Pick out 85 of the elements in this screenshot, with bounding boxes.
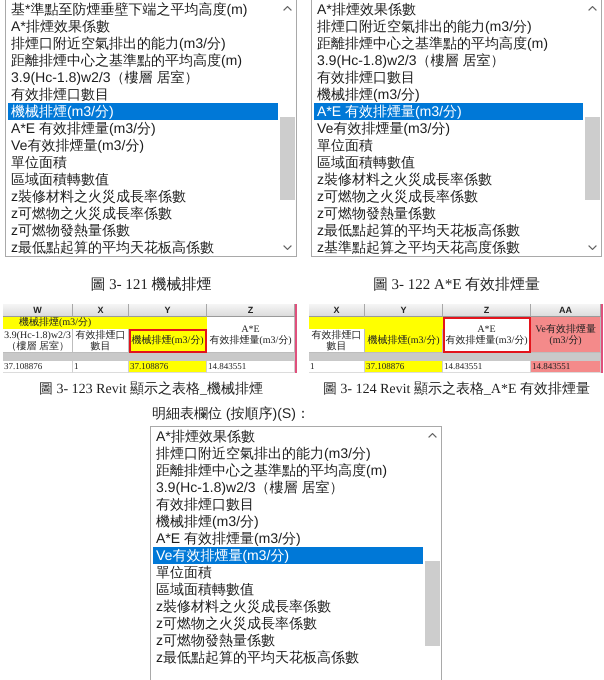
column-header: W [3, 304, 73, 317]
list-item[interactable]: z裝修材料之火災成長率係數 [8, 188, 278, 205]
list-item[interactable]: z可燃物之火災成長率係數 [153, 615, 423, 632]
list-item[interactable]: z可燃物發熱量係數 [314, 205, 583, 222]
list-item[interactable]: 基*準點至防煙垂壁下端之平均高度(m) [8, 1, 278, 18]
list-item[interactable]: z可燃物發熱量係數 [153, 632, 423, 649]
header-cell: A*E 有效排煙量(m3/分) [207, 317, 295, 353]
figure-caption: 圖 3- 124 Revit 顯示之表格_A*E 有效排煙量 [322, 382, 590, 398]
list-box[interactable]: A*排煙效果係數 排煙口附近空氣排出的能力(m3/分) 距離排煙中心之基準點的平均高度(m) 3.9(Hc-1.8)w2/3（樓層 居室） 有效排煙口數目 機械排煙(m3/分) A*E 有效排煙量(m3/分) Ve有效排煙量(m3/分) 單位面積 區域面積轉數值 z裝修材料之火災成長率係數 z可燃物之火災成長率係數 z可燃物發熱量係數 z最低點起算的平均天花板高係數 z基準點起算之平均天花高度係數 [311, 0, 602, 257]
list-item[interactable]: 有效排煙口數目 [8, 86, 278, 103]
header-cell: Ve有效排煙量(m3/分) [531, 317, 601, 353]
header-cell: 機械排煙(m3/分) [129, 329, 207, 353]
list-item[interactable]: 機械排煙(m3/分) [8, 103, 278, 120]
list-item[interactable]: 距離排煙中心之基準點的平均高度(m) [153, 462, 423, 479]
list-item[interactable]: 機械排煙(m3/分) [314, 86, 583, 103]
list-item[interactable]: z可燃物之火災成長率係數 [314, 188, 583, 205]
list-item[interactable]: A*排煙效果係數 [8, 18, 278, 35]
column-header: Y [129, 304, 207, 317]
list-item[interactable]: 機械排煙(m3/分) [153, 513, 423, 530]
figure-caption: 圖 3- 123 Revit 顯示之表格_機械排煙 [39, 382, 263, 398]
list-item[interactable]: 區域面積轉數值 [314, 154, 583, 171]
list-item[interactable]: 距離排煙中心之基準點的平均高度(m) [8, 52, 278, 69]
header-cell: A*E 有效排煙量(m3/分) [443, 317, 531, 353]
group-header-cell: 機械排煙(m3/分) [3, 317, 207, 329]
table-cell: 37.108876 [365, 361, 443, 373]
list-item[interactable]: 有效排煙口數目 [314, 69, 583, 86]
figure-caption: 圖 3- 122 A*E 有效排煙量 [372, 276, 540, 294]
table-cell: 1 [73, 361, 129, 373]
list-item[interactable]: 排煙口附近空氣排出的能力(m3/分) [314, 18, 583, 35]
header-cell: 有效排煙口數目 [309, 329, 365, 353]
list-item[interactable]: z基準點起算之平均天花高度係數 [314, 239, 583, 256]
list-item[interactable]: 排煙口附近空氣排出的能力(m3/分) [8, 35, 278, 52]
table-cell: 14.843551 [443, 361, 531, 373]
list-box[interactable]: A*排煙效果係數 排煙口附近空氣排出的能力(m3/分) 距離排煙中心之基準點的平均高度(m) 3.9(Hc-1.8)w2/3（樓層 居室） 有效排煙口數目 機械排煙(m3/分) A*E 有效排煙量(m3/分) Ve有效排煙量(m3/分) 單位面積 區域面積轉數值 z裝修材料之火災成長率係數 z可燃物之火災成長率係數 z可燃物發熱量係數 z最低點起算的平均天花板高係數 [150, 426, 442, 680]
chevron-up-icon[interactable] [283, 6, 292, 11]
list-item[interactable]: A*E 有效排煙量(m3/分) [314, 103, 583, 120]
chevron-down-icon[interactable] [283, 245, 292, 250]
column-header: X [309, 304, 365, 317]
list-item[interactable]: z最低點起算的平均天花板高係數 [8, 239, 278, 256]
scrollbar-thumb[interactable] [280, 117, 295, 200]
header-cell: 3.9(Hc-1.8)w2/3（樓層 居室） [3, 329, 73, 353]
table-cell: 37.108876 [3, 361, 73, 373]
list-item[interactable]: 單位面積 [8, 154, 278, 171]
list-item[interactable]: 區域面積轉數值 [8, 171, 278, 188]
table-cell: 1 [309, 361, 365, 373]
list-item[interactable]: z可燃物發熱量係數 [8, 222, 278, 239]
list-item[interactable]: 區域面積轉數值 [153, 581, 423, 598]
column-header: Z [207, 304, 295, 317]
list-item[interactable]: z裝修材料之火災成長率係數 [314, 171, 583, 188]
list-item[interactable]: 單位面積 [314, 137, 583, 154]
list-item[interactable]: A*排煙效果係數 [314, 1, 583, 18]
list-item[interactable]: 單位面積 [153, 564, 423, 581]
list-item[interactable]: 有效排煙口數目 [153, 496, 423, 513]
list-item[interactable]: A*E 有效排煙量(m3/分) [153, 530, 423, 547]
list-box[interactable] [5, 0, 297, 257]
list-item[interactable]: A*E 有效排煙量(m3/分) [8, 120, 278, 137]
field-label: 明細表欄位 (按順序)(S)： [151, 404, 310, 423]
list-item[interactable]: 3.9(Hc-1.8)w2/3（樓層 居室） [153, 479, 423, 496]
list-item[interactable]: 排煙口附近空氣排出的能力(m3/分) [153, 445, 423, 462]
list-item[interactable]: z可燃物之火災成長率係數 [8, 205, 278, 222]
list-item[interactable]: Ve有效排煙量(m3/分) [8, 137, 278, 154]
list-item[interactable]: z裝修材料之火災成長率係數 [153, 598, 423, 615]
list-item[interactable]: Ve有效排煙量(m3/分) [153, 547, 423, 564]
header-cell: 有效排煙口數目 [73, 329, 129, 353]
chevron-down-icon[interactable] [588, 245, 597, 250]
column-header: X [73, 304, 129, 317]
table-cell: 14.843551 [531, 361, 601, 373]
chevron-up-icon[interactable] [428, 433, 437, 438]
figure-caption: 圖 3- 121 機械排煙 [90, 276, 212, 294]
list-item[interactable]: z最低點起算的平均天花板高係數 [153, 649, 423, 666]
column-header: AA [531, 304, 601, 317]
list-item[interactable]: 3.9(Hc-1.8)w2/3（樓層 居室） [314, 52, 583, 69]
list-item[interactable]: 3.9(Hc-1.8)w2/3（樓層 居室） [8, 69, 278, 86]
list-item[interactable]: 距離排煙中心之基準點的平均高度(m) [314, 35, 583, 52]
list-item[interactable]: z最低點起算的平均天花板高係數 [314, 222, 583, 239]
column-header: Z [443, 304, 531, 317]
scrollbar-thumb[interactable] [425, 561, 440, 646]
list-item[interactable]: A*排煙效果係數 [153, 428, 423, 445]
list-item[interactable]: Ve有效排煙量(m3/分) [314, 120, 583, 137]
table-cell: 37.108876 [129, 361, 207, 373]
chevron-up-icon[interactable] [588, 6, 597, 11]
scrollbar-thumb[interactable] [585, 117, 600, 200]
header-cell: 機械排煙(m3/分) [365, 329, 443, 353]
column-header: Y [365, 304, 443, 317]
table-cell: 14.843551 [207, 361, 295, 373]
